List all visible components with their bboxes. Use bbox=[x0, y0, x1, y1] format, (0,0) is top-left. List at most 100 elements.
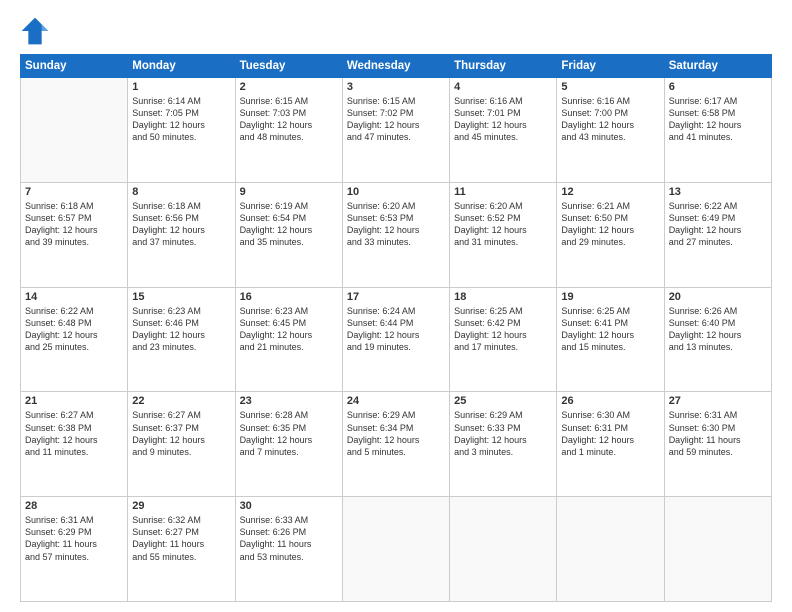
day-number: 10 bbox=[347, 186, 445, 198]
cell-info: Sunrise: 6:18 AM Sunset: 6:57 PM Dayligh… bbox=[25, 200, 123, 249]
calendar-cell: 19 Sunrise: 6:25 AM Sunset: 6:41 PM Dayli… bbox=[557, 287, 664, 392]
calendar-cell: 26Sunrise: 6:30 AM Sunset: 6:31 PM Dayli… bbox=[557, 392, 664, 497]
day-number: 17 bbox=[347, 291, 445, 303]
cell-info: Sunrise: 6:27 AM Sunset: 6:38 PM Dayligh… bbox=[25, 409, 123, 458]
calendar-cell: 2 Sunrise: 6:15 AM Sunset: 7:03 PM Daylig… bbox=[235, 78, 342, 183]
calendar-cell: 13Sunrise: 6:22 AM Sunset: 6:49 PM Dayli… bbox=[664, 182, 771, 287]
calendar-cell: 18Sunrise: 6:25 AM Sunset: 6:42 PM Dayli… bbox=[450, 287, 557, 392]
calendar-cell: 21 Sunrise: 6:27 AM Sunset: 6:38 PM Dayli… bbox=[21, 392, 128, 497]
calendar-cell: 6 Sunrise: 6:17 AM Sunset: 6:58 PM Daylig… bbox=[664, 78, 771, 183]
header-row: SundayMondayTuesdayWednesdayThursdayFrid… bbox=[21, 55, 772, 78]
cell-info: Sunrise: 6:15 AM Sunset: 7:02 PM Dayligh… bbox=[347, 95, 445, 144]
page: SundayMondayTuesdayWednesdayThursdayFrid… bbox=[0, 0, 792, 612]
calendar-cell bbox=[450, 497, 557, 602]
header-cell-friday: Friday bbox=[557, 55, 664, 78]
calendar-cell bbox=[21, 78, 128, 183]
day-number: 8 bbox=[132, 186, 230, 198]
day-number: 25 bbox=[454, 395, 552, 407]
calendar-cell: 14 Sunrise: 6:22 AM Sunset: 6:48 PM Dayli… bbox=[21, 287, 128, 392]
day-number: 1 bbox=[132, 81, 230, 93]
week-row-3: 14 Sunrise: 6:22 AM Sunset: 6:48 PM Dayli… bbox=[21, 287, 772, 392]
day-number: 7 bbox=[25, 186, 123, 198]
calendar-cell: 3 Sunrise: 6:15 AM Sunset: 7:02 PM Daylig… bbox=[342, 78, 449, 183]
calendar: SundayMondayTuesdayWednesdayThursdayFrid… bbox=[20, 54, 772, 602]
calendar-cell: 8 Sunrise: 6:18 AM Sunset: 6:56 PM Daylig… bbox=[128, 182, 235, 287]
calendar-cell: 12Sunrise: 6:21 AM Sunset: 6:50 PM Dayli… bbox=[557, 182, 664, 287]
cell-info: Sunrise: 6:20 AM Sunset: 6:52 PM Dayligh… bbox=[454, 200, 552, 249]
cell-info: Sunrise: 6:23 AM Sunset: 6:45 PM Dayligh… bbox=[240, 305, 338, 354]
day-number: 19 bbox=[561, 291, 659, 303]
day-number: 21 bbox=[25, 395, 123, 407]
calendar-cell bbox=[342, 497, 449, 602]
calendar-header: SundayMondayTuesdayWednesdayThursdayFrid… bbox=[21, 55, 772, 78]
day-number: 27 bbox=[669, 395, 767, 407]
cell-info: Sunrise: 6:14 AM Sunset: 7:05 PM Dayligh… bbox=[132, 95, 230, 144]
cell-info: Sunrise: 6:27 AM Sunset: 6:37 PM Dayligh… bbox=[132, 409, 230, 458]
calendar-cell: 5Sunrise: 6:16 AM Sunset: 7:00 PM Daylig… bbox=[557, 78, 664, 183]
cell-info: Sunrise: 6:29 AM Sunset: 6:33 PM Dayligh… bbox=[454, 409, 552, 458]
week-row-4: 21 Sunrise: 6:27 AM Sunset: 6:38 PM Dayli… bbox=[21, 392, 772, 497]
calendar-cell: 4 Sunrise: 6:16 AM Sunset: 7:01 PM Daylig… bbox=[450, 78, 557, 183]
day-number: 16 bbox=[240, 291, 338, 303]
cell-info: Sunrise: 6:22 AM Sunset: 6:49 PM Dayligh… bbox=[669, 200, 767, 249]
day-number: 15 bbox=[132, 291, 230, 303]
header bbox=[20, 16, 772, 46]
header-cell-tuesday: Tuesday bbox=[235, 55, 342, 78]
cell-info: Sunrise: 6:33 AM Sunset: 6:26 PM Dayligh… bbox=[240, 514, 338, 563]
calendar-cell: 29 Sunrise: 6:32 AM Sunset: 6:27 PM Dayli… bbox=[128, 497, 235, 602]
day-number: 20 bbox=[669, 291, 767, 303]
calendar-cell: 20 Sunrise: 6:26 AM Sunset: 6:40 PM Dayli… bbox=[664, 287, 771, 392]
calendar-cell: 25 Sunrise: 6:29 AM Sunset: 6:33 PM Dayli… bbox=[450, 392, 557, 497]
cell-info: Sunrise: 6:29 AM Sunset: 6:34 PM Dayligh… bbox=[347, 409, 445, 458]
day-number: 30 bbox=[240, 500, 338, 512]
calendar-cell bbox=[557, 497, 664, 602]
logo-icon bbox=[20, 16, 50, 46]
day-number: 14 bbox=[25, 291, 123, 303]
cell-info: Sunrise: 6:25 AM Sunset: 6:42 PM Dayligh… bbox=[454, 305, 552, 354]
day-number: 29 bbox=[132, 500, 230, 512]
calendar-cell: 7 Sunrise: 6:18 AM Sunset: 6:57 PM Daylig… bbox=[21, 182, 128, 287]
calendar-body: 1 Sunrise: 6:14 AM Sunset: 7:05 PM Daylig… bbox=[21, 78, 772, 602]
day-number: 3 bbox=[347, 81, 445, 93]
cell-info: Sunrise: 6:16 AM Sunset: 7:00 PM Dayligh… bbox=[561, 95, 659, 144]
header-cell-thursday: Thursday bbox=[450, 55, 557, 78]
day-number: 2 bbox=[240, 81, 338, 93]
calendar-cell: 11Sunrise: 6:20 AM Sunset: 6:52 PM Dayli… bbox=[450, 182, 557, 287]
cell-info: Sunrise: 6:32 AM Sunset: 6:27 PM Dayligh… bbox=[132, 514, 230, 563]
cell-info: Sunrise: 6:23 AM Sunset: 6:46 PM Dayligh… bbox=[132, 305, 230, 354]
calendar-cell: 1 Sunrise: 6:14 AM Sunset: 7:05 PM Daylig… bbox=[128, 78, 235, 183]
cell-info: Sunrise: 6:21 AM Sunset: 6:50 PM Dayligh… bbox=[561, 200, 659, 249]
calendar-cell: 22 Sunrise: 6:27 AM Sunset: 6:37 PM Dayli… bbox=[128, 392, 235, 497]
cell-info: Sunrise: 6:31 AM Sunset: 6:30 PM Dayligh… bbox=[669, 409, 767, 458]
cell-info: Sunrise: 6:18 AM Sunset: 6:56 PM Dayligh… bbox=[132, 200, 230, 249]
cell-info: Sunrise: 6:19 AM Sunset: 6:54 PM Dayligh… bbox=[240, 200, 338, 249]
logo bbox=[20, 16, 54, 46]
cell-info: Sunrise: 6:15 AM Sunset: 7:03 PM Dayligh… bbox=[240, 95, 338, 144]
day-number: 4 bbox=[454, 81, 552, 93]
calendar-cell: 10 Sunrise: 6:20 AM Sunset: 6:53 PM Dayli… bbox=[342, 182, 449, 287]
cell-info: Sunrise: 6:16 AM Sunset: 7:01 PM Dayligh… bbox=[454, 95, 552, 144]
day-number: 22 bbox=[132, 395, 230, 407]
cell-info: Sunrise: 6:20 AM Sunset: 6:53 PM Dayligh… bbox=[347, 200, 445, 249]
day-number: 26 bbox=[561, 395, 659, 407]
calendar-cell: 15 Sunrise: 6:23 AM Sunset: 6:46 PM Dayli… bbox=[128, 287, 235, 392]
header-cell-wednesday: Wednesday bbox=[342, 55, 449, 78]
day-number: 28 bbox=[25, 500, 123, 512]
day-number: 6 bbox=[669, 81, 767, 93]
cell-info: Sunrise: 6:22 AM Sunset: 6:48 PM Dayligh… bbox=[25, 305, 123, 354]
calendar-cell: 16 Sunrise: 6:23 AM Sunset: 6:45 PM Dayli… bbox=[235, 287, 342, 392]
day-number: 23 bbox=[240, 395, 338, 407]
calendar-cell: 28Sunrise: 6:31 AM Sunset: 6:29 PM Dayli… bbox=[21, 497, 128, 602]
week-row-5: 28Sunrise: 6:31 AM Sunset: 6:29 PM Dayli… bbox=[21, 497, 772, 602]
cell-info: Sunrise: 6:25 AM Sunset: 6:41 PM Dayligh… bbox=[561, 305, 659, 354]
cell-info: Sunrise: 6:26 AM Sunset: 6:40 PM Dayligh… bbox=[669, 305, 767, 354]
week-row-1: 1 Sunrise: 6:14 AM Sunset: 7:05 PM Daylig… bbox=[21, 78, 772, 183]
cell-info: Sunrise: 6:17 AM Sunset: 6:58 PM Dayligh… bbox=[669, 95, 767, 144]
cell-info: Sunrise: 6:24 AM Sunset: 6:44 PM Dayligh… bbox=[347, 305, 445, 354]
week-row-2: 7 Sunrise: 6:18 AM Sunset: 6:57 PM Daylig… bbox=[21, 182, 772, 287]
header-cell-saturday: Saturday bbox=[664, 55, 771, 78]
calendar-cell: 27 Sunrise: 6:31 AM Sunset: 6:30 PM Dayli… bbox=[664, 392, 771, 497]
calendar-cell bbox=[664, 497, 771, 602]
day-number: 9 bbox=[240, 186, 338, 198]
day-number: 24 bbox=[347, 395, 445, 407]
